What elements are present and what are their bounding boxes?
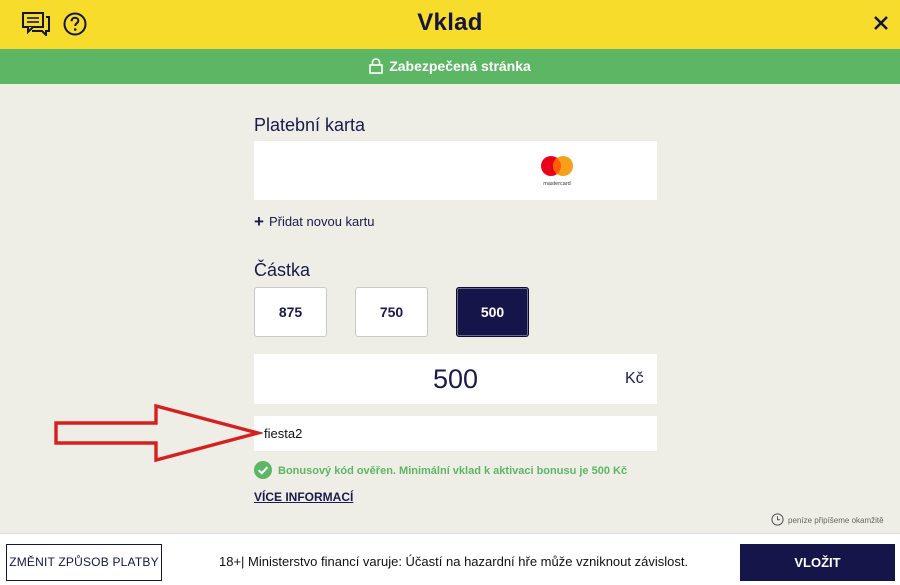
instant-note: peníze připíšeme okamžitě bbox=[771, 513, 884, 526]
amount-preset-875[interactable]: 875 bbox=[254, 287, 327, 337]
mastercard-icon: mastercard bbox=[541, 156, 573, 187]
change-payment-method-button[interactable]: ZMĚNIT ZPŮSOB PLATBY bbox=[6, 544, 162, 581]
annotation-arrow bbox=[54, 403, 263, 463]
secure-label: Zabezpečená stránka bbox=[389, 58, 531, 74]
bonus-verified-message: Bonusový kód ověřen. Minimální vklad k a… bbox=[254, 461, 627, 479]
verified-text: Bonusový kód ověřen. Minimální vklad k a… bbox=[278, 465, 628, 477]
add-card-label: Přidat novou kartu bbox=[268, 214, 375, 229]
payment-card-label: Platební karta bbox=[254, 115, 366, 135]
amount-input[interactable]: 500 Kč bbox=[254, 354, 657, 404]
instant-note-text: peníze připíšeme okamžitě bbox=[788, 516, 884, 525]
saved-card[interactable]: mastercard bbox=[254, 141, 657, 200]
bonus-code-input[interactable] bbox=[254, 416, 657, 451]
header-bar: Vklad bbox=[0, 0, 900, 49]
gambling-warning: 18+| Ministerstvo financí varuje: Účastí… bbox=[219, 554, 689, 569]
amount-label: Částka bbox=[254, 260, 311, 280]
close-icon[interactable] bbox=[871, 13, 891, 33]
mastercard-wordmark: mastercard bbox=[543, 181, 571, 187]
amount-preset-500[interactable]: 500 bbox=[456, 287, 529, 337]
secure-bar: Zabezpečená stránka bbox=[0, 49, 900, 84]
lock-icon bbox=[369, 58, 383, 74]
check-circle-icon bbox=[254, 461, 272, 479]
amount-preset-750[interactable]: 750 bbox=[355, 287, 428, 337]
deposit-submit-button[interactable]: VLOŽIT bbox=[740, 544, 895, 581]
more-info-link[interactable]: VÍCE INFORMACÍ bbox=[254, 490, 353, 504]
amount-value: 500 bbox=[432, 364, 479, 394]
currency-label: Kč bbox=[625, 370, 644, 387]
page-title: Vklad bbox=[417, 9, 483, 36]
footer-bar: ZMĚNIT ZPŮSOB PLATBY 18+| Ministerstvo f… bbox=[0, 533, 900, 585]
clock-icon bbox=[771, 513, 784, 526]
add-card-link[interactable]: + Přidat novou kartu bbox=[254, 212, 374, 232]
plus-icon: + bbox=[254, 212, 264, 231]
